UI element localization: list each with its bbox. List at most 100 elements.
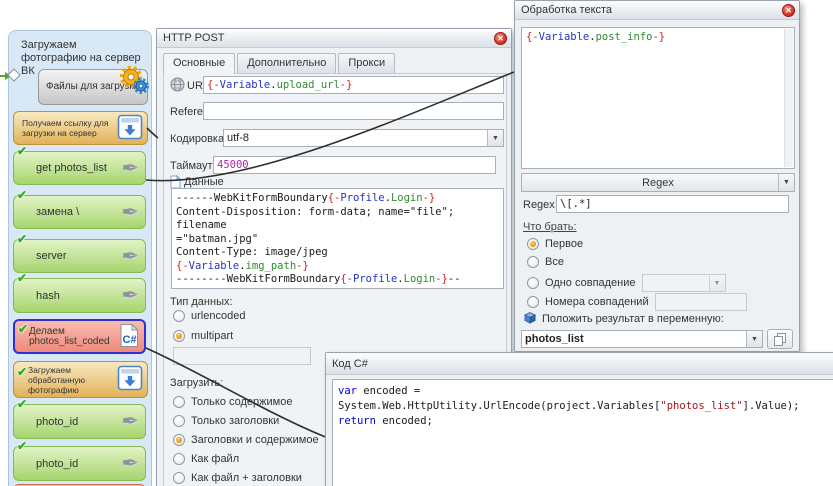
action-block-photo-id-1[interactable]: ✔ photo_id ✒ [13, 404, 146, 439]
action-block-label: Загружаем обработанную фотографию [28, 365, 117, 395]
csharp-code-window[interactable]: Код C# var encoded = System.Web.HttpUtil… [325, 352, 833, 486]
radio-urlencoded[interactable] [173, 310, 185, 322]
timeout-value: 45000 [217, 159, 249, 171]
scrollbar[interactable] [784, 29, 793, 167]
http-post-titlebar[interactable]: HTTP POST ✕ [157, 29, 511, 48]
action-group-panel[interactable]: Загружаем фотографию на сервер ВК Файлы … [8, 30, 152, 486]
tab-proxy[interactable]: Прокси [338, 53, 395, 74]
tab-advanced[interactable]: Дополнительно [237, 53, 336, 74]
radio-row-content-only[interactable]: Только содержимое [173, 396, 292, 408]
chevron-down-icon[interactable]: ▼ [487, 130, 503, 146]
text-processing-titlebar[interactable]: Обработка текста ✕ [515, 1, 799, 20]
radio-row-multipart[interactable]: multipart [173, 330, 233, 342]
chevron-down-icon: ▼ [709, 275, 725, 291]
check-icon: ✔ [17, 439, 27, 453]
radio-label: urlencoded [191, 310, 245, 322]
text-processing-window[interactable]: Обработка текста ✕ {-Variable.post_info-… [514, 0, 800, 352]
action-block-get-upload-link[interactable]: Получаем ссылку для загрузки на сервер [13, 111, 148, 145]
action-block-replace[interactable]: ✔ замена \ ✒ [13, 195, 146, 229]
load-label: Загрузить: [170, 377, 223, 389]
chevron-down-icon[interactable]: ▼ [778, 174, 794, 191]
data-label: Данные [184, 176, 224, 188]
referer-input[interactable] [203, 102, 504, 120]
radio-as-file[interactable] [173, 453, 185, 465]
copy-button[interactable] [767, 329, 793, 349]
radio-all[interactable] [527, 256, 539, 268]
pen-icon: ✒ [121, 200, 139, 225]
radio-headers-and-content[interactable] [173, 434, 185, 446]
radio-row-custom-type[interactable] [173, 350, 185, 362]
check-icon: ✔ [17, 232, 27, 246]
window-title: Код C# [332, 358, 368, 370]
radio-row-all[interactable]: Все [527, 256, 564, 268]
radio-row-urlencoded[interactable]: urlencoded [173, 310, 245, 322]
download-icon [117, 114, 143, 143]
radio-row-one-match[interactable]: Одно совпадение ▼ [527, 274, 726, 292]
action-block-label: photo_id [36, 417, 121, 427]
tab-main[interactable]: Основные [163, 53, 235, 74]
radio-row-headers-only[interactable]: Только заголовки [173, 415, 279, 427]
take-label: Что брать: [523, 221, 577, 233]
action-block-label: Делаем photos_list_coded [29, 327, 117, 347]
check-icon: ✔ [17, 271, 27, 285]
url-input[interactable]: {-Variable.upload_url-} [203, 76, 504, 94]
radio-label: Только содержимое [191, 396, 292, 408]
action-block-get-photos-list[interactable]: ✔ get photos_list ✒ [13, 151, 146, 185]
result-variable-combobox[interactable]: photos_list ▼ [521, 330, 763, 348]
radio-row-first[interactable]: Первое [527, 238, 583, 250]
close-icon[interactable]: ✕ [494, 32, 507, 45]
download-icon [117, 365, 143, 394]
action-block-hash[interactable]: ✔ hash ✒ [13, 278, 146, 313]
radio-headers-only[interactable] [173, 415, 185, 427]
radio-label: Только заголовки [191, 415, 279, 427]
csharp-code-editor[interactable]: var encoded = System.Web.HttpUtility.Url… [332, 379, 833, 486]
radio-row-as-file[interactable]: Как файл [173, 453, 239, 465]
radio-row-match-numbers[interactable]: Номера совпадений [527, 293, 747, 311]
radio-row-as-file-with-headers[interactable]: Как файл + заголовки [173, 472, 302, 484]
close-icon[interactable]: ✕ [782, 4, 795, 17]
radio-multipart[interactable] [173, 330, 185, 342]
svg-text:C#: C# [123, 334, 137, 346]
data-textarea[interactable]: ------WebKitFormBoundary{-Profile.Login-… [171, 188, 504, 289]
source-text-area[interactable]: {-Variable.post_info-} [521, 27, 795, 169]
pen-icon: ✒ [121, 451, 139, 476]
radio-label: Одно совпадение [545, 277, 636, 289]
csharp-titlebar[interactable]: Код C# [326, 353, 833, 375]
encoding-combobox[interactable]: utf-8 ▼ [223, 129, 504, 147]
custom-type-input[interactable] [173, 347, 311, 365]
radio-label: Первое [545, 238, 583, 250]
gears-icon [117, 65, 149, 98]
regex-input[interactable]: \[.*] [556, 195, 789, 213]
check-icon: ✔ [18, 322, 28, 336]
action-block-label: Получаем ссылку для загрузки на сервер [22, 118, 117, 138]
check-icon: ✔ [17, 188, 27, 202]
radio-as-file-with-headers[interactable] [173, 472, 185, 484]
pen-icon: ✒ [121, 283, 139, 308]
radio-label: Номера совпадений [545, 296, 649, 308]
chevron-down-icon[interactable]: ▼ [746, 331, 762, 347]
pen-icon: ✒ [121, 244, 139, 269]
action-block-upload-processed-photo[interactable]: ✔ Загружаем обработанную фотографию [13, 361, 148, 398]
mode-combobox[interactable]: Regex ▼ [521, 173, 795, 192]
radio-match-numbers[interactable] [527, 296, 539, 308]
action-block-photos-list-coded[interactable]: ✔ Делаем photos_list_coded C# [13, 319, 146, 354]
action-block-photo-id-2[interactable]: ✔ photo_id ✒ [13, 446, 146, 481]
radio-one-match[interactable] [527, 277, 539, 289]
check-icon: ✔ [17, 365, 27, 379]
window-title: HTTP POST [163, 32, 225, 44]
action-block-files-upload[interactable]: Файлы для загрузки [38, 69, 148, 105]
one-match-combobox: ▼ [642, 274, 726, 292]
result-variable-row: Положить результат в переменную: [523, 311, 724, 327]
check-icon: ✔ [17, 397, 27, 411]
radio-content-only[interactable] [173, 396, 185, 408]
action-block-server[interactable]: ✔ server ✒ [13, 239, 146, 273]
radio-first[interactable] [527, 238, 539, 250]
csharp-file-icon: C# [117, 323, 141, 351]
http-post-tabs: Основные Дополнительно Прокси [163, 53, 397, 74]
action-block-label: get photos_list [36, 163, 121, 173]
radio-row-headers-and-content[interactable]: Заголовки и содержимое [173, 434, 319, 446]
timeout-input[interactable]: 45000 [213, 156, 496, 174]
action-block-label: server [36, 251, 121, 261]
copy-icon [773, 332, 787, 346]
window-title: Обработка текста [521, 4, 612, 16]
